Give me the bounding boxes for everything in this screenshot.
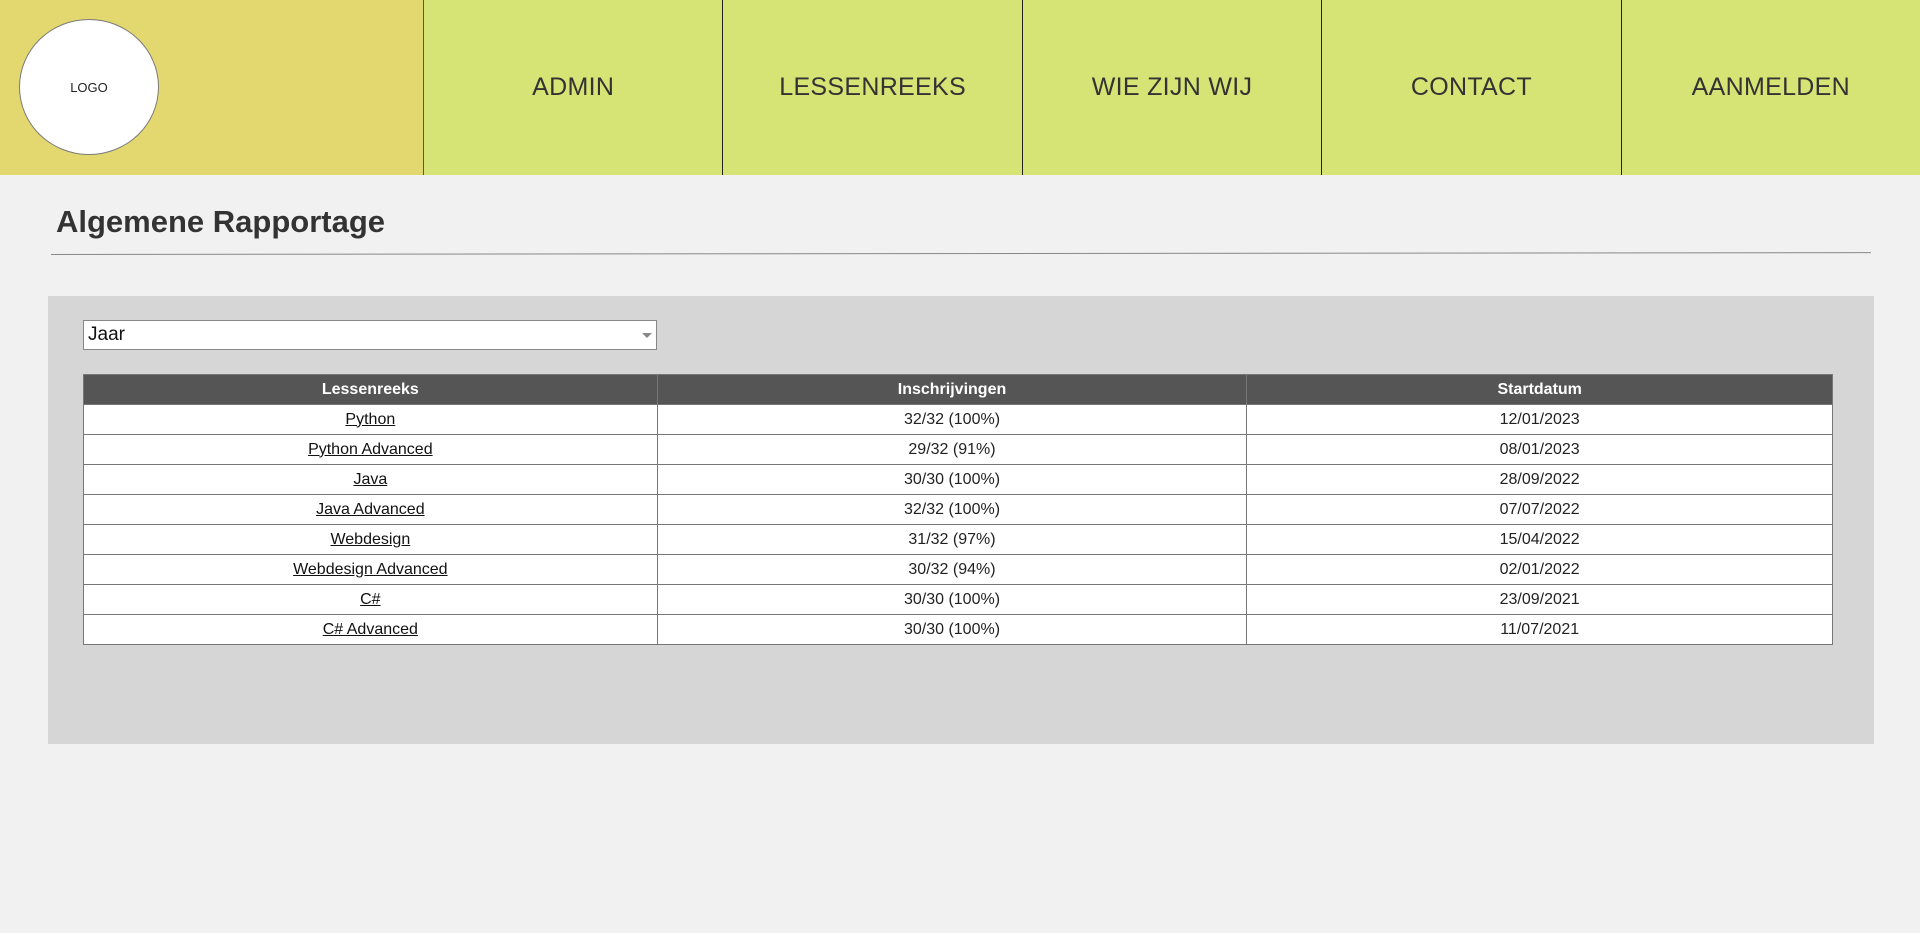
- nav-item-wie-zijn-wij[interactable]: WIE ZIJN WIJ: [1021, 0, 1321, 175]
- column-header-inschrijvingen: Inschrijvingen: [656, 374, 1248, 405]
- report-table: Lessenreeks Inschrijvingen Startdatum Py…: [83, 374, 1833, 645]
- series-cell: C#: [83, 584, 658, 615]
- start-date-cell: 15/04/2022: [1246, 524, 1833, 555]
- chevron-down-icon: [642, 333, 652, 338]
- table-row: Webdesign 31/32 (97%) 15/04/2022: [83, 524, 1833, 555]
- table-row: Webdesign Advanced 30/32 (94%) 02/01/202…: [83, 554, 1833, 585]
- report-panel: Jaar Lessenreeks Inschrijvingen Startdat…: [48, 296, 1874, 744]
- nav-item-admin[interactable]: ADMIN: [423, 0, 722, 175]
- series-link[interactable]: Python: [345, 411, 395, 428]
- year-select[interactable]: Jaar: [83, 320, 657, 350]
- enrollment-cell: 30/30 (100%): [656, 464, 1248, 495]
- nav-item-contact[interactable]: CONTACT: [1321, 0, 1620, 175]
- table-row: C# 30/30 (100%) 23/09/2021: [83, 584, 1833, 615]
- start-date-cell: 08/01/2023: [1246, 434, 1833, 465]
- series-link[interactable]: C#: [360, 591, 380, 608]
- table-header-row: Lessenreeks Inschrijvingen Startdatum: [83, 374, 1833, 405]
- nav-item-aanmelden[interactable]: AANMELDEN: [1620, 0, 1920, 175]
- start-date-cell: 23/09/2021: [1246, 584, 1833, 615]
- series-link[interactable]: Java Advanced: [316, 501, 425, 518]
- start-date-cell: 07/07/2022: [1246, 494, 1833, 525]
- enrollment-cell: 30/30 (100%): [656, 614, 1248, 645]
- series-cell: Java: [83, 464, 658, 495]
- series-cell: Webdesign Advanced: [83, 554, 658, 585]
- table-row: C# Advanced 30/30 (100%) 11/07/2021: [83, 614, 1833, 645]
- series-link[interactable]: Webdesign: [330, 531, 410, 548]
- enrollment-cell: 29/32 (91%): [656, 434, 1248, 465]
- column-header-startdatum: Startdatum: [1246, 374, 1833, 405]
- enrollment-cell: 30/30 (100%): [656, 584, 1248, 615]
- start-date-cell: 11/07/2021: [1246, 614, 1833, 645]
- series-cell: Webdesign: [83, 524, 658, 555]
- column-header-lessenreeks: Lessenreeks: [83, 374, 658, 405]
- page-title: Algemene Rapportage: [56, 204, 386, 239]
- series-link[interactable]: Python Advanced: [308, 441, 433, 458]
- series-cell: Java Advanced: [83, 494, 658, 525]
- table-row: Java Advanced 32/32 (100%) 07/07/2022: [83, 494, 1833, 525]
- table-row: Python 32/32 (100%) 12/01/2023: [83, 404, 1833, 435]
- enrollment-cell: 32/32 (100%): [656, 404, 1248, 435]
- start-date-cell: 12/01/2023: [1246, 404, 1833, 435]
- series-cell: Python: [83, 404, 658, 435]
- logo[interactable]: LOGO: [19, 19, 159, 155]
- series-link[interactable]: C# Advanced: [323, 621, 418, 638]
- table-row: Python Advanced 29/32 (91%) 08/01/2023: [83, 434, 1833, 465]
- enrollment-cell: 30/32 (94%): [656, 554, 1248, 585]
- logo-area: LOGO: [0, 0, 423, 175]
- series-cell: Python Advanced: [83, 434, 658, 465]
- series-link[interactable]: Java: [353, 471, 387, 488]
- main-nav: ADMIN LESSENREEKS WIE ZIJN WIJ CONTACT A…: [423, 0, 1920, 175]
- logo-text: LOGO: [70, 79, 108, 95]
- enrollment-cell: 32/32 (100%): [656, 494, 1248, 525]
- nav-item-lessenreeks[interactable]: LESSENREEKS: [722, 0, 1021, 175]
- enrollment-cell: 31/32 (97%): [656, 524, 1248, 555]
- series-cell: C# Advanced: [83, 614, 658, 645]
- start-date-cell: 28/09/2022: [1246, 464, 1833, 495]
- table-row: Java 30/30 (100%) 28/09/2022: [83, 464, 1833, 495]
- series-link[interactable]: Webdesign Advanced: [293, 561, 447, 578]
- site-header: LOGO ADMIN LESSENREEKS WIE ZIJN WIJ CONT…: [0, 0, 1920, 175]
- title-divider: [51, 252, 1871, 255]
- start-date-cell: 02/01/2022: [1246, 554, 1833, 585]
- year-select-value: Jaar: [88, 324, 125, 345]
